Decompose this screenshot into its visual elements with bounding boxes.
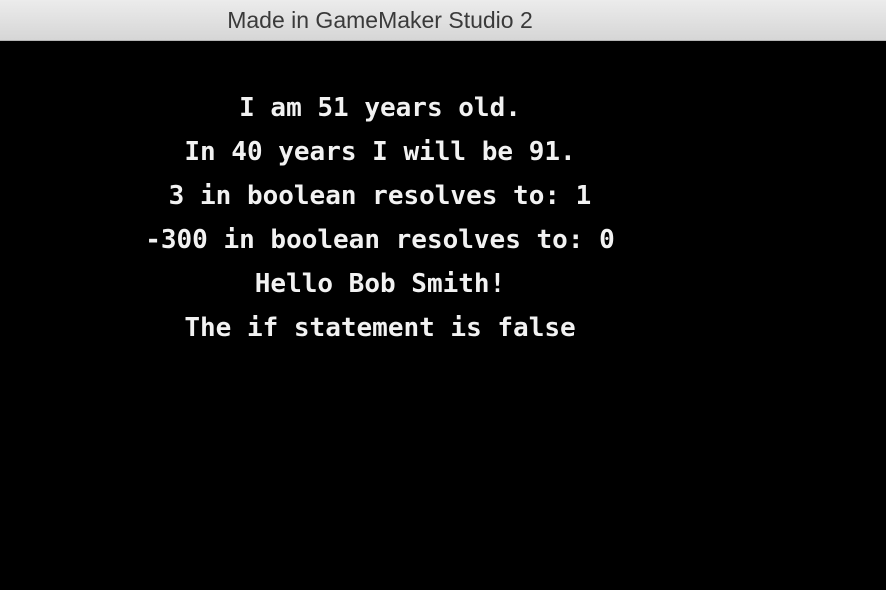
output-line-future-age: In 40 years I will be 91. bbox=[184, 137, 576, 167]
game-canvas[interactable]: I am 51 years old. In 40 years I will be… bbox=[0, 42, 886, 590]
output-line-greeting: Hello Bob Smith! bbox=[254, 269, 506, 299]
window-title: Made in GameMaker Studio 2 bbox=[227, 7, 533, 33]
output-line-if-statement: The if statement is false bbox=[184, 313, 576, 343]
game-window: Made in GameMaker Studio 2 I am 51 years… bbox=[0, 0, 886, 590]
window-titlebar[interactable]: Made in GameMaker Studio 2 bbox=[0, 0, 886, 41]
output-text-list: I am 51 years old. In 40 years I will be… bbox=[0, 86, 760, 350]
output-line-age: I am 51 years old. bbox=[239, 93, 521, 123]
output-line-boolean-negative: -300 in boolean resolves to: 0 bbox=[145, 225, 615, 255]
output-line-boolean-positive: 3 in boolean resolves to: 1 bbox=[168, 181, 592, 211]
